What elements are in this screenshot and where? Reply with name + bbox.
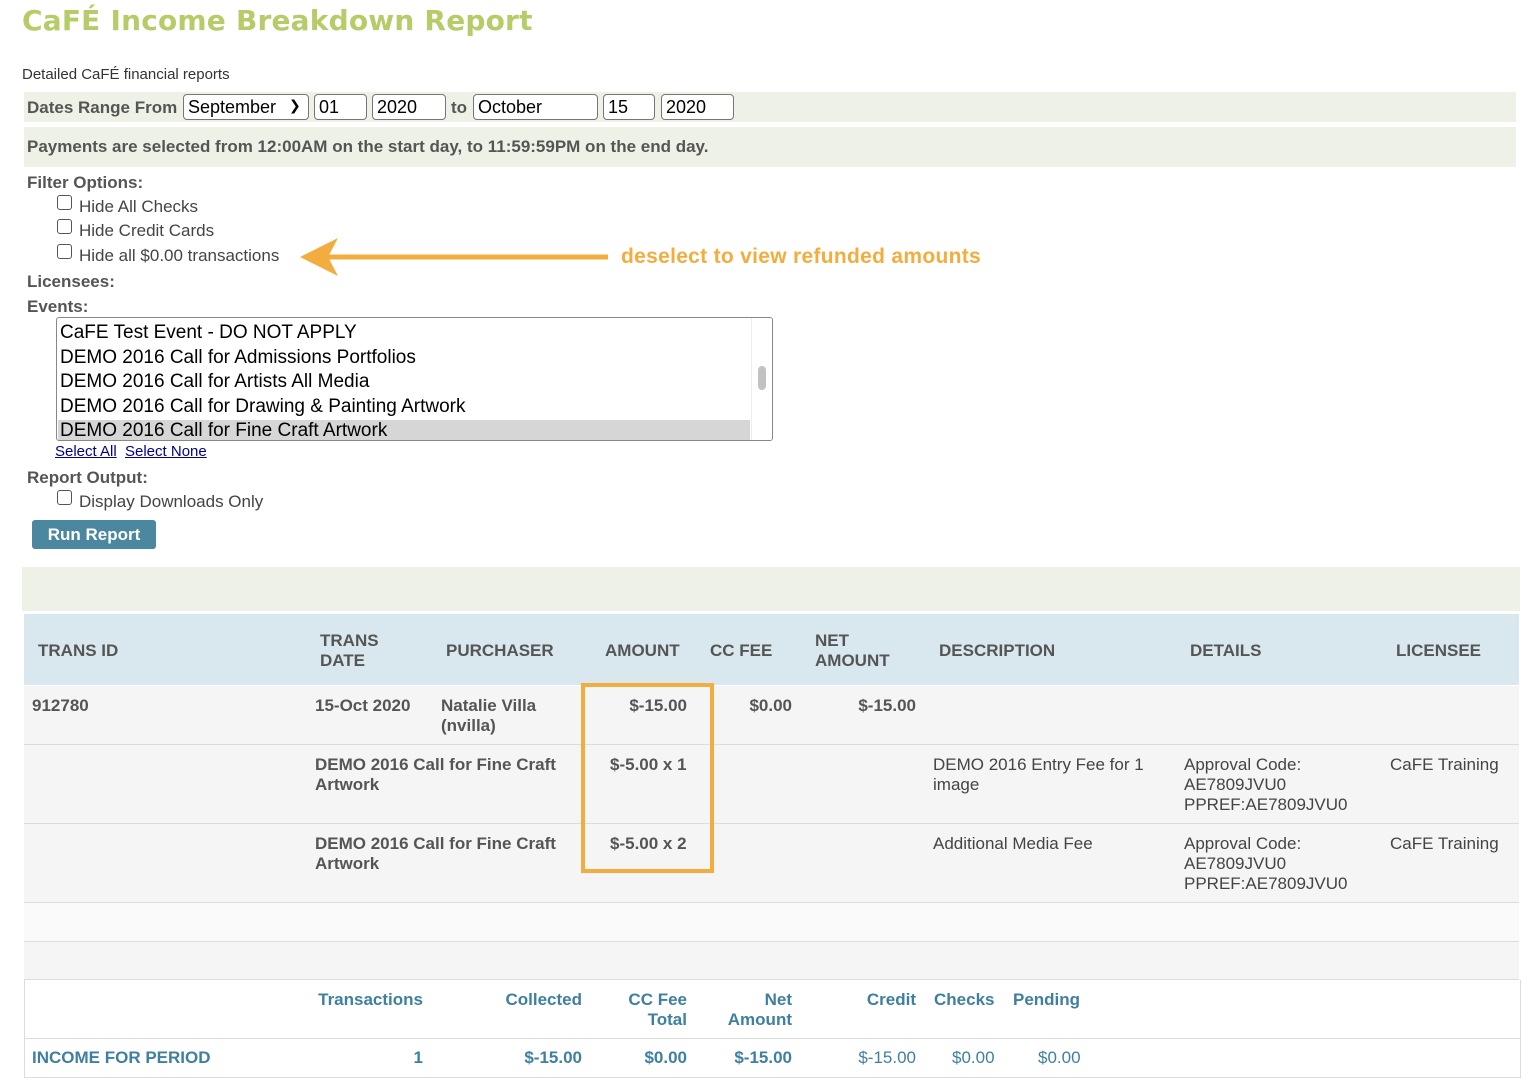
display-downloads-only-checkbox[interactable] (57, 490, 72, 505)
summary-header-cc-fee-line2: Total (647, 1010, 687, 1029)
transaction-cc-fee: $0.00 (749, 696, 792, 715)
line-item-details-line2: AE7809JVU0 (1184, 775, 1287, 794)
summary-collected-value: $-15.00 (524, 1048, 582, 1067)
date-range-from-label: Dates Range From (27, 98, 178, 117)
line-item-details-line3: PPREF:AE7809JVU0 (1184, 874, 1348, 893)
summary-cc-fee-value: $0.00 (644, 1048, 687, 1067)
events-scrollbar-thumb[interactable] (758, 366, 766, 390)
licensees-label: Licensees: (27, 272, 115, 291)
summary-net-value: $-15.00 (734, 1048, 792, 1067)
to-year-dropdown[interactable]: 2020 (661, 94, 734, 120)
transaction-id: 912780 (32, 696, 89, 715)
transaction-net-amount: $-15.00 (858, 696, 916, 715)
header-trans-id: TRANS ID (38, 641, 119, 660)
amount-highlight-box (581, 683, 714, 873)
line-item-event-line2: Artwork (315, 775, 380, 794)
payment-note: Payments are selected from 12:00AM on th… (27, 137, 709, 156)
line-item-licensee: CaFE Training (1390, 834, 1499, 853)
select-none-link[interactable]: Select None (125, 443, 207, 460)
summary-header-cc-fee-line1: CC Fee (628, 990, 687, 1009)
results-separator-band (22, 567, 1520, 611)
hide-zero-transactions-label: Hide all $0.00 transactions (79, 246, 280, 265)
summary-header-checks: Checks (934, 990, 995, 1009)
page-subtitle: Detailed CaFÉ financial reports (22, 66, 230, 83)
annotation-arrow-icon (300, 238, 608, 276)
summary-checks-value: $0.00 (952, 1048, 995, 1067)
header-trans-date-line1: TRANS (320, 631, 379, 650)
purchaser-username: (nvilla) (441, 716, 496, 735)
header-description: DESCRIPTION (939, 641, 1056, 660)
header-amount: AMOUNT (605, 641, 680, 660)
summary-header-collected: Collected (505, 990, 582, 1009)
header-net-amount-line2: AMOUNT (815, 651, 890, 670)
report-output-label: Report Output: (27, 468, 148, 487)
filter-options-label: Filter Options: (27, 173, 144, 192)
line-item-event: DEMO 2016 Call for Fine Craft (315, 834, 556, 853)
events-list-item[interactable]: DEMO 2016 Call for Drawing & Painting Ar… (60, 396, 466, 418)
summary-transactions-value: 1 (413, 1048, 423, 1067)
from-month-dropdown[interactable]: September (183, 94, 309, 120)
income-for-period-label: INCOME FOR PERIOD (32, 1048, 211, 1067)
to-month-dropdown[interactable]: October (473, 94, 598, 120)
line-item-event: DEMO 2016 Call for Fine Craft (315, 755, 556, 774)
refund-annotation: deselect to view refunded amounts (621, 245, 981, 268)
select-all-link[interactable]: Select All (55, 443, 117, 460)
line-item-details: Approval Code: (1184, 755, 1302, 774)
events-list-item[interactable]: DEMO 2016 Call for Artists All Media (60, 371, 369, 393)
events-list-item[interactable]: DEMO 2016 Call for Admissions Portfolios (60, 347, 416, 369)
hide-all-checks-label: Hide All Checks (79, 197, 199, 216)
run-report-button[interactable]: Run Report (32, 520, 156, 549)
events-list-item-selected[interactable]: DEMO 2016 Call for Fine Craft Artwork (60, 420, 387, 440)
table-row-empty (24, 942, 1519, 980)
header-cc-fee: CC FEE (710, 641, 773, 660)
summary-header-credit: Credit (866, 990, 916, 1009)
display-downloads-only-label: Display Downloads Only (79, 492, 264, 511)
header-details: DETAILS (1190, 641, 1262, 660)
header-trans-date-line2: DATE (320, 651, 366, 670)
transaction-date: 15-Oct 2020 (315, 696, 411, 715)
line-item-details-line3: PPREF:AE7809JVU0 (1184, 795, 1348, 814)
summary-header-transactions: Transactions (318, 990, 423, 1009)
line-item-description: DEMO 2016 Entry Fee for 1 (933, 755, 1144, 774)
hide-all-checks-checkbox[interactable] (57, 195, 72, 210)
header-net-amount-line1: NET (815, 631, 849, 650)
line-item-event-line2: Artwork (315, 854, 380, 873)
header-licensee: LICENSEE (1396, 641, 1482, 660)
from-year-dropdown[interactable]: 2020 (372, 94, 446, 120)
hide-credit-cards-label: Hide Credit Cards (79, 221, 215, 240)
events-label: Events: (27, 297, 89, 316)
summary-header-pending: Pending (1013, 990, 1081, 1009)
summary-credit-value: $-15.00 (858, 1048, 916, 1067)
events-list-item[interactable]: CaFE Test Event - DO NOT APPLY (60, 322, 357, 344)
line-item-licensee: CaFE Training (1390, 755, 1499, 774)
summary-header-net-line2: Amount (727, 1010, 792, 1029)
hide-zero-transactions-checkbox[interactable] (57, 244, 72, 259)
hide-credit-cards-checkbox[interactable] (57, 219, 72, 234)
line-item-details-line2: AE7809JVU0 (1184, 854, 1287, 873)
line-item-description: Additional Media Fee (933, 834, 1093, 853)
summary-pending-value: $0.00 (1038, 1048, 1081, 1067)
header-purchaser: PURCHASER (446, 641, 554, 660)
table-row-empty (24, 903, 1519, 942)
from-day-dropdown[interactable]: 01 (314, 94, 367, 120)
line-item-details: Approval Code: (1184, 834, 1302, 853)
summary-header-net-line1: Net (764, 990, 792, 1009)
line-item-description-line2: image (933, 775, 980, 794)
purchaser-name: Natalie Villa (441, 696, 537, 715)
events-listbox[interactable]: CaFE Test Event - DO NOT APPLY DEMO 2016… (56, 317, 773, 441)
date-range-to-label: to (451, 98, 468, 117)
page-title: CaFÉ Income Breakdown Report (22, 4, 533, 37)
events-scrollbar[interactable] (751, 318, 772, 440)
to-day-dropdown[interactable]: 15 (603, 94, 655, 120)
